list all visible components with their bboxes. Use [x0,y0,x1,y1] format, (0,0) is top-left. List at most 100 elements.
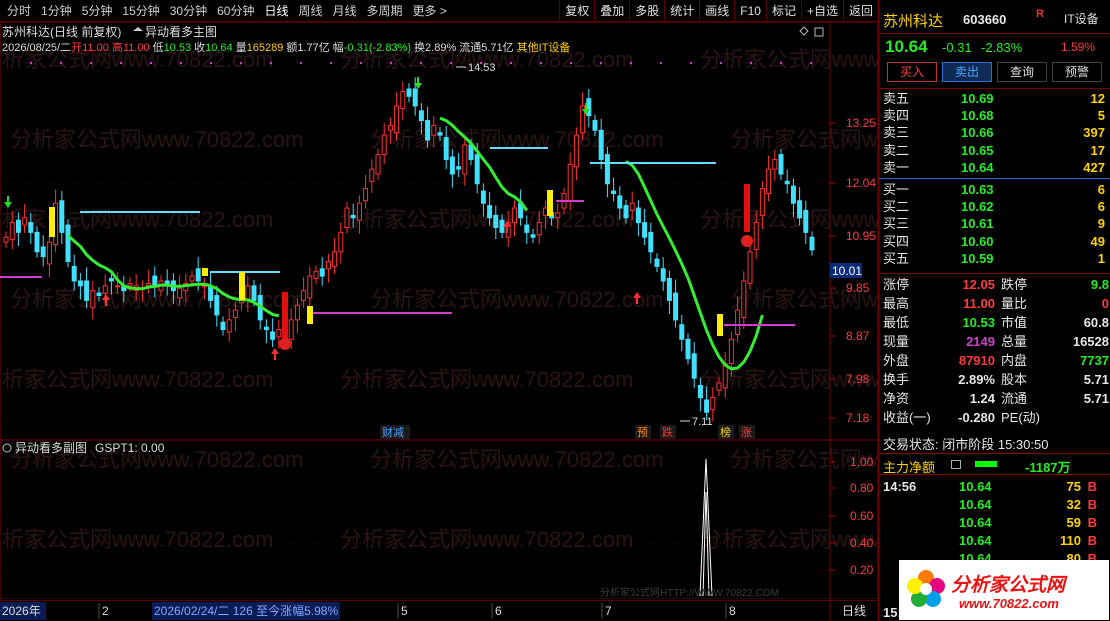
tab-period[interactable]: 分时 [2,0,36,22]
order-book-row[interactable]: 买一 10.63 6 [879,181,1110,198]
candle-down [449,156,455,175]
buy-button[interactable]: 买入 [887,62,937,82]
tool-button[interactable]: 返回 [842,0,878,22]
order-book-row[interactable]: 买二 10.62 6 [879,198,1110,215]
month-label-6: 6 [495,604,502,618]
tool-button[interactable]: 多股 [629,0,664,22]
signal-dot [60,62,62,64]
stat-value: 10.53 [962,315,995,330]
signal-bar [307,306,313,324]
candle-down [28,222,34,233]
tab-period[interactable]: 5分钟 [77,0,118,22]
candle-down [456,166,462,170]
stat-value: -0.280 [958,410,995,425]
stat-label: 股本 [1001,372,1028,387]
candle-down [65,224,71,263]
tool-button[interactable]: 复权 [559,0,594,22]
tool-button[interactable]: 统计 [664,0,699,22]
candle-down [635,207,641,224]
candle-down [778,154,784,175]
order-book-row[interactable]: 买四 10.60 49 [879,233,1110,250]
kline-chart[interactable]: 分析家公式网www.70822.com 分析家公式网www.70822.com 分析… [0,22,878,599]
event-badge[interactable]: 涨 [741,426,752,439]
tab-period[interactable]: 30分钟 [165,0,212,22]
level-volume: 6 [1097,199,1105,215]
alert-button[interactable]: 预警 [1052,62,1102,82]
stat-row: 最高 11.00 量比 0 [879,294,1110,313]
candle-up [325,261,331,270]
tab-period[interactable]: 月线 [328,0,362,22]
stock-name: 苏州科达 [883,13,944,30]
bid-book: 买一 10.63 6 买二 10.62 6 买三 10.61 9 买四 10.60 49 买五 10.59… [879,181,1110,267]
tool-button[interactable]: 叠加 [594,0,629,22]
tick-row: 10.64 59 B [879,514,1110,532]
trade-status: 交易状态: 闭市阶段 15:30:50 [883,437,1049,452]
tab-period[interactable]: 周线 [293,0,327,22]
signal-bar [49,207,55,237]
stat-label: 换手 [883,372,910,387]
ohlc-info-vol_label: 量 [236,41,247,54]
candle-down [251,285,257,301]
quote-header: 苏州科达 603660 R IT设备 [879,0,1110,34]
tab-period[interactable]: 15分钟 [117,0,164,22]
year-label: 2026年 [2,604,41,618]
stat-label: 总量 [1001,334,1028,349]
watermark-text: 分析家公式网www.70822.com [10,127,303,152]
order-book-row[interactable]: 买五 10.59 1 [879,250,1110,267]
candle-down [350,214,356,219]
main-flow-value: -1187万 [1025,460,1071,475]
chart-area[interactable]: 分析家公式网www.70822.com 分析家公式网www.70822.com 分析… [0,22,878,599]
order-book-row[interactable]: 卖二 10.65 17 [879,142,1110,159]
tool-button[interactable]: 画线 [699,0,734,22]
tool-button[interactable]: +自选 [800,0,843,22]
signal-dot [180,62,182,64]
candle-up [573,134,579,168]
order-book-row[interactable]: 卖三 10.66 397 [879,124,1110,141]
watermark-text: 分析家公式网www.70822.com [0,207,273,232]
candle-up [363,188,369,202]
ohlc-info-turnover_label: 换 [414,40,425,54]
industry-label[interactable]: IT设备 [1064,10,1099,27]
tab-period[interactable]: 1分钟 [36,0,77,22]
tool-button[interactable]: F10 [734,0,766,22]
candle-down [598,129,604,160]
query-button[interactable]: 查询 [997,62,1047,82]
order-book-row[interactable]: 卖一 10.64 427 [879,159,1110,176]
candle-down [270,331,276,340]
candle-down [493,214,499,228]
level-volume: 397 [1083,125,1105,141]
candle-up [313,270,319,280]
event-badge[interactable]: 跌 [662,425,673,439]
price-change-pct: -2.83% [981,40,1023,55]
tab-period[interactable]: 多周期 [362,0,408,22]
candle-down [654,258,660,267]
ohlc-info-amount: 1.77亿 [297,41,329,54]
order-book-row[interactable]: 买三 10.61 9 [879,215,1110,232]
event-badge[interactable]: 榜 [720,425,731,439]
candle-down [611,190,617,194]
order-book-row[interactable]: 卖四 10.68 5 [879,107,1110,124]
price-tick-label: 10.95 [846,229,876,243]
ohlc-info-chg: -0.31(-2.83%) [344,42,411,54]
candle-down [704,399,710,413]
candle-down [679,324,685,340]
tab-period[interactable]: 日线 [259,0,293,22]
tool-button[interactable]: 标记 [765,0,801,22]
event-badge[interactable]: 预 [637,426,648,439]
list-icon[interactable] [951,460,961,469]
sell-button[interactable]: 卖出 [942,62,992,82]
order-book-row[interactable]: 卖五 10.69 12 [879,90,1110,107]
level-price: 10.69 [961,91,994,106]
ohlc-info-chg_label: 幅 [333,41,344,54]
period-label[interactable]: 日线 [842,604,866,618]
event-badge[interactable]: 财减 [382,425,404,439]
price-tick-label: 8.87 [846,329,870,343]
tab-period[interactable]: 更多 > [408,0,452,22]
level-label: 卖二 [883,142,910,158]
candle-up [567,163,573,202]
candle-down [790,185,796,204]
tick-price: 10.64 [959,479,992,494]
tab-period[interactable]: 60分钟 [212,0,259,22]
candle-down [592,120,598,131]
signal-dot [210,62,212,64]
